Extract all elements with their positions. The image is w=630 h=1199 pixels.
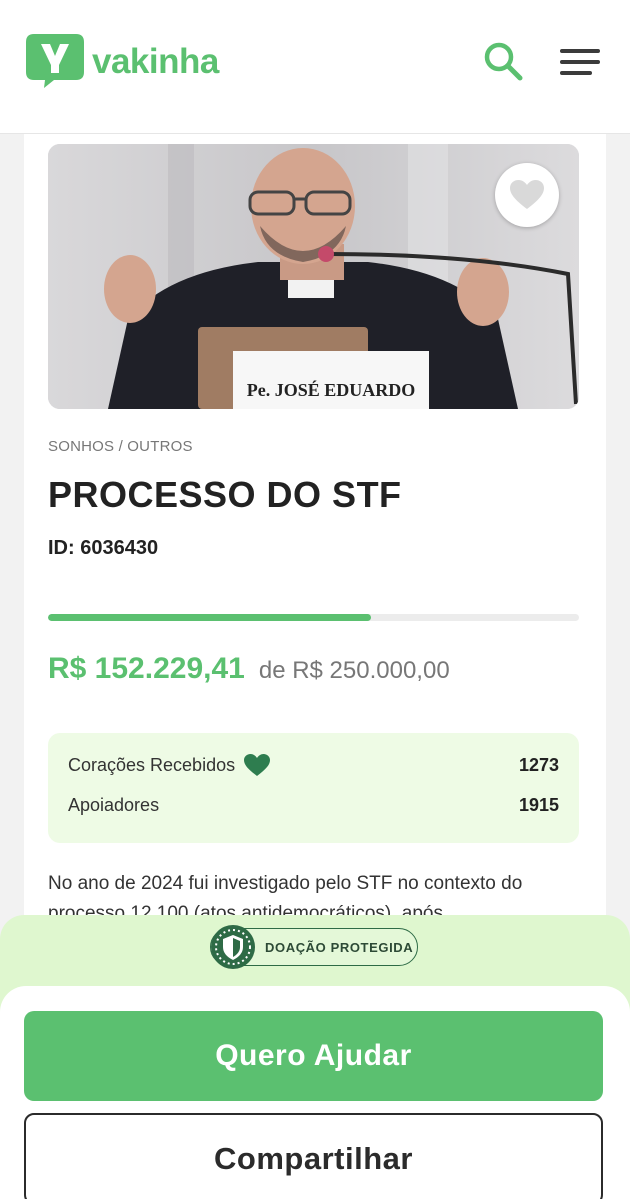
search-icon [484,42,523,81]
supporters-label: Apoiadores [68,795,160,815]
favorite-button[interactable] [495,163,559,227]
page: vakinha Pe. JOSÉ EDUARDO SONHOS / OUTROS… [0,0,630,1199]
campaign-image[interactable]: Pe. JOSÉ EDUARDO [48,144,579,409]
protected-donation-badge: DOAÇÃO PROTEGIDA [210,925,418,969]
heart-icon [244,754,271,776]
amount-raised: R$ 152.229,41 [48,652,245,685]
top-header: vakinha [0,0,630,134]
funding-progress-fill [48,614,372,621]
amount-goal: de R$ 250.000,00 [258,657,450,684]
vakinha-logo[interactable]: vakinha [26,34,219,88]
logo-mark-icon [26,34,84,88]
funding-amounts: R$ 152.229,41 de R$ 250.000,00 [48,652,450,686]
hearts-row: Corações Recebidos 1273 [68,753,559,777]
hearts-label: Corações Recebidos [68,754,236,775]
supporters-row: Apoiadores 1915 [68,795,559,816]
help-button[interactable]: Quero Ajudar [24,1011,603,1101]
share-button[interactable]: Compartilhar [24,1113,603,1199]
name-placard: Pe. JOSÉ EDUARDO [247,379,416,400]
funding-progress-bar [48,614,579,621]
supporters-count: 1915 [518,795,559,815]
campaign-id: ID: 6036430 [48,537,159,559]
campaign-category[interactable]: SONHOS / OUTROS [48,438,193,455]
hamburger-menu-icon [560,49,600,75]
search-button[interactable] [482,40,526,84]
campaign-title: PROCESSO DO STF [48,474,402,515]
hearts-count: 1273 [518,754,559,775]
shield-icon [211,925,255,969]
heart-icon [510,180,544,209]
badge-label: DOAÇÃO PROTEGIDA [265,940,414,955]
menu-button[interactable] [558,46,602,78]
hearts-label-wrap: Corações Recebidos [68,753,271,777]
brand-name: vakinha [92,41,219,81]
campaign-stats: Corações Recebidos 1273 Apoiadores 1915 [48,733,579,843]
